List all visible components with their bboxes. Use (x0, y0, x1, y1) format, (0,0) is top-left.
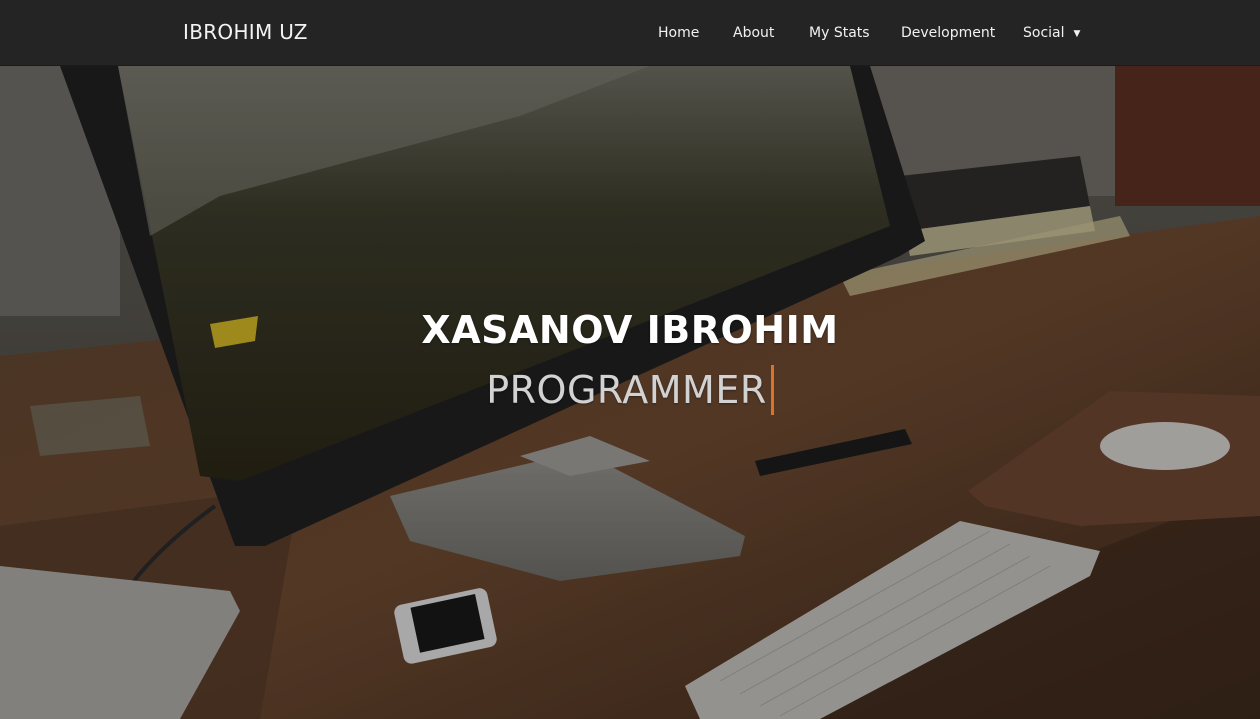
hero-subtitle-typing: PROGRAMMER (486, 365, 774, 415)
nav-item-development[interactable]: Development (901, 25, 995, 41)
nav-item-my-stats[interactable]: My Stats (809, 25, 870, 41)
hero-section: XASANOV IBROHIM PROGRAMMER (0, 66, 1260, 719)
nav-item-about[interactable]: About (733, 25, 774, 41)
top-navbar: IBROHIM UZ Home About My Stats Developme… (0, 0, 1260, 66)
nav-menu: Home About My Stats Development Social ▼ (0, 25, 1260, 45)
nav-item-social-label: Social (1023, 25, 1065, 41)
nav-item-home[interactable]: Home (658, 25, 699, 41)
nav-item-social[interactable]: Social ▼ (1023, 25, 1080, 41)
caret-down-icon: ▼ (1073, 29, 1081, 39)
hero-title: XASANOV IBROHIM (421, 308, 839, 352)
hero-subtitle-container: PROGRAMMER (0, 365, 1260, 415)
